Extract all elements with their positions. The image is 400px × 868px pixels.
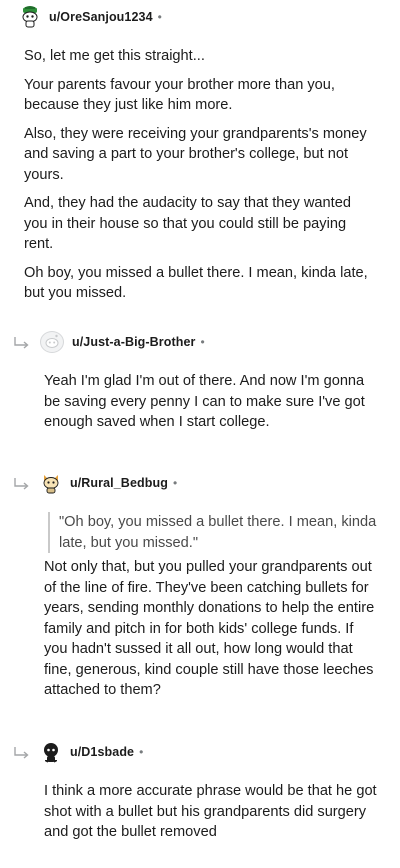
- reply-arrow-icon: [12, 746, 32, 762]
- comment-thread: u/OreSanjou1234 • So, let me get this st…: [0, 0, 400, 868]
- username-link[interactable]: u/Just-a-Big-Brother: [72, 335, 196, 349]
- comment-paragraph: Oh boy, you missed a bullet there. I mea…: [24, 264, 368, 302]
- snoo-avatar-green-hat-icon[interactable]: [19, 6, 41, 28]
- meta-separator: •: [157, 10, 162, 24]
- snoo-avatar-dark-icon[interactable]: [40, 741, 62, 763]
- username-link[interactable]: u/D1sbade: [70, 745, 134, 759]
- comment-reply: u/D1sbade • I think a more accurate phra…: [0, 740, 400, 851]
- comment-header: u/OreSanjou1234 •: [19, 5, 400, 29]
- comment-paragraph: I think a more accurate phrase would be …: [44, 783, 377, 840]
- reply-arrow-icon: [12, 477, 32, 493]
- comment: u/OreSanjou1234 • So, let me get this st…: [0, 5, 400, 312]
- comment-header: u/D1sbade •: [40, 740, 400, 764]
- comment-text: Not only that, but you pulled your grand…: [44, 557, 378, 701]
- comment-header: u/Just-a-Big-Brother •: [40, 330, 400, 354]
- meta-separator: •: [200, 335, 205, 349]
- username-link[interactable]: u/Rural_Bedbug: [70, 476, 168, 490]
- snoo-avatar-cat-ears-icon[interactable]: [40, 472, 62, 494]
- comment-body: "Oh boy, you missed a bullet there. I me…: [44, 512, 378, 701]
- reply-arrow-icon: [12, 336, 32, 352]
- comment-body: So, let me get this straight... Your par…: [24, 46, 378, 304]
- comment-reply: u/Just-a-Big-Brother • Yeah I'm glad I'm…: [0, 330, 400, 441]
- comment-body: I think a more accurate phrase would be …: [44, 781, 378, 843]
- quoted-text: "Oh boy, you missed a bullet there. I me…: [48, 512, 378, 553]
- comment-paragraph: Yeah I'm glad I'm out of there. And now …: [44, 373, 365, 430]
- comment-paragraph: Not only that, but you pulled your grand…: [44, 559, 375, 698]
- snoo-avatar-default-icon[interactable]: [40, 331, 64, 353]
- meta-separator: •: [139, 745, 144, 759]
- meta-separator: •: [172, 476, 178, 490]
- comment-paragraph: So, let me get this straight...: [24, 48, 205, 64]
- comment-reply: u/Rural_Bedbug • "Oh boy, you missed a b…: [0, 471, 400, 709]
- comment-body: Yeah I'm glad I'm out of there. And now …: [44, 371, 378, 433]
- comment-header: u/Rural_Bedbug •: [40, 471, 400, 495]
- comment-paragraph: Your parents favour your brother more th…: [24, 76, 335, 114]
- username-link[interactable]: u/OreSanjou1234: [49, 10, 153, 24]
- comment-paragraph: Also, they were receiving your grandpare…: [24, 125, 367, 183]
- comment-paragraph: And, they had the audacity to say that t…: [24, 195, 351, 252]
